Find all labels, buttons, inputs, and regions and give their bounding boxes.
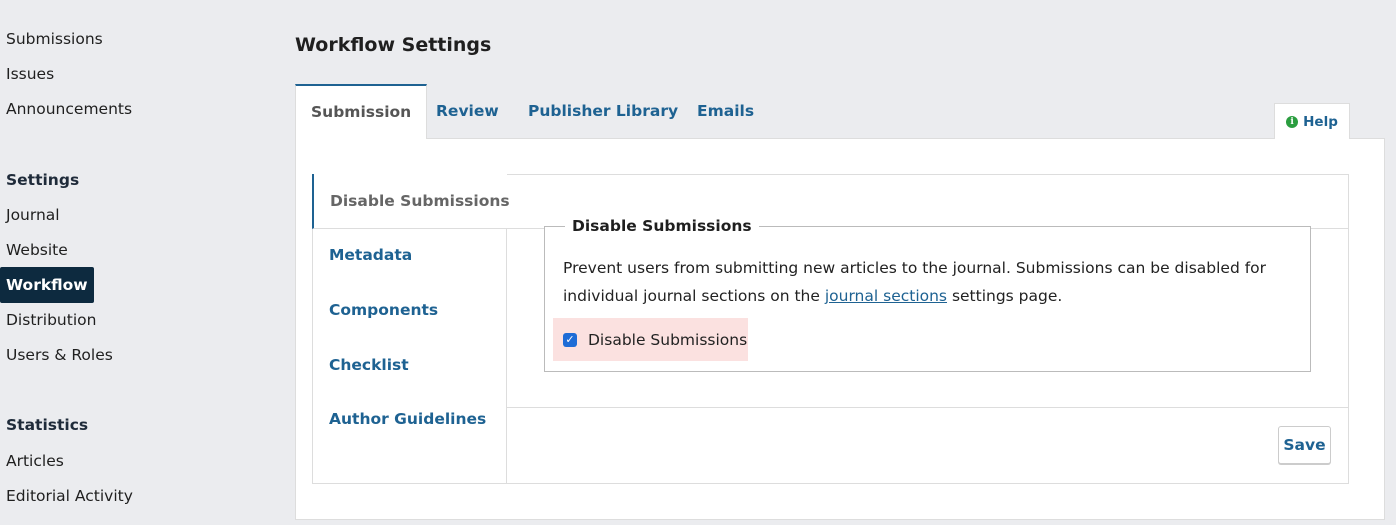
sidebar-heading-statistics: Statistics	[6, 416, 89, 434]
tab-review[interactable]: Review	[436, 84, 499, 139]
section-description: Prevent users from submitting new articl…	[563, 254, 1303, 310]
sidebar-item-articles[interactable]: Articles	[0, 443, 70, 479]
fieldset-legend: Disable Submissions	[565, 215, 759, 237]
side-tab-disable-submissions[interactable]: Disable Submissions	[312, 174, 510, 229]
checkbox-label: Disable Submissions	[588, 330, 748, 349]
disable-submissions-checkbox[interactable]: ✓	[563, 332, 577, 347]
side-tab-checklist[interactable]: Checklist	[312, 338, 506, 393]
tab-emails[interactable]: Emails	[697, 84, 754, 139]
sidebar-item-submissions[interactable]: Submissions	[0, 21, 109, 57]
sidebar: Submissions Issues Announcements Setting…	[0, 0, 200, 525]
sidebar-item-journal[interactable]: Journal	[0, 197, 66, 233]
save-button[interactable]: Save	[1278, 426, 1331, 464]
sidebar-item-editorial-activity[interactable]: Editorial Activity	[0, 478, 139, 514]
info-icon: i	[1286, 115, 1299, 128]
help-button[interactable]: i Help	[1274, 103, 1350, 139]
help-label: Help	[1303, 113, 1338, 130]
sidebar-item-issues[interactable]: Issues	[0, 56, 60, 92]
disable-submissions-option[interactable]: ✓ Disable Submissions	[553, 318, 748, 361]
page-title: Workflow Settings	[295, 34, 492, 56]
side-tab-metadata[interactable]: Metadata	[312, 228, 506, 283]
description-text-end: settings page.	[947, 287, 1063, 305]
sidebar-item-distribution[interactable]: Distribution	[0, 302, 102, 338]
sidebar-item-workflow[interactable]: Workflow	[0, 267, 94, 303]
tab-publisher-library[interactable]: Publisher Library	[528, 84, 678, 139]
sidebar-item-users-roles[interactable]: Users & Roles	[0, 337, 119, 373]
side-tab-components[interactable]: Components	[312, 283, 506, 338]
sidebar-item-website[interactable]: Website	[0, 232, 74, 268]
sidebar-item-announcements[interactable]: Announcements	[0, 91, 138, 127]
side-tab-author-guidelines[interactable]: Author Guidelines	[312, 392, 506, 447]
footer-divider	[507, 407, 1349, 408]
journal-sections-link[interactable]: journal sections	[825, 287, 947, 305]
sidebar-heading-settings: Settings	[6, 171, 80, 189]
tab-submission[interactable]: Submission	[295, 84, 428, 139]
